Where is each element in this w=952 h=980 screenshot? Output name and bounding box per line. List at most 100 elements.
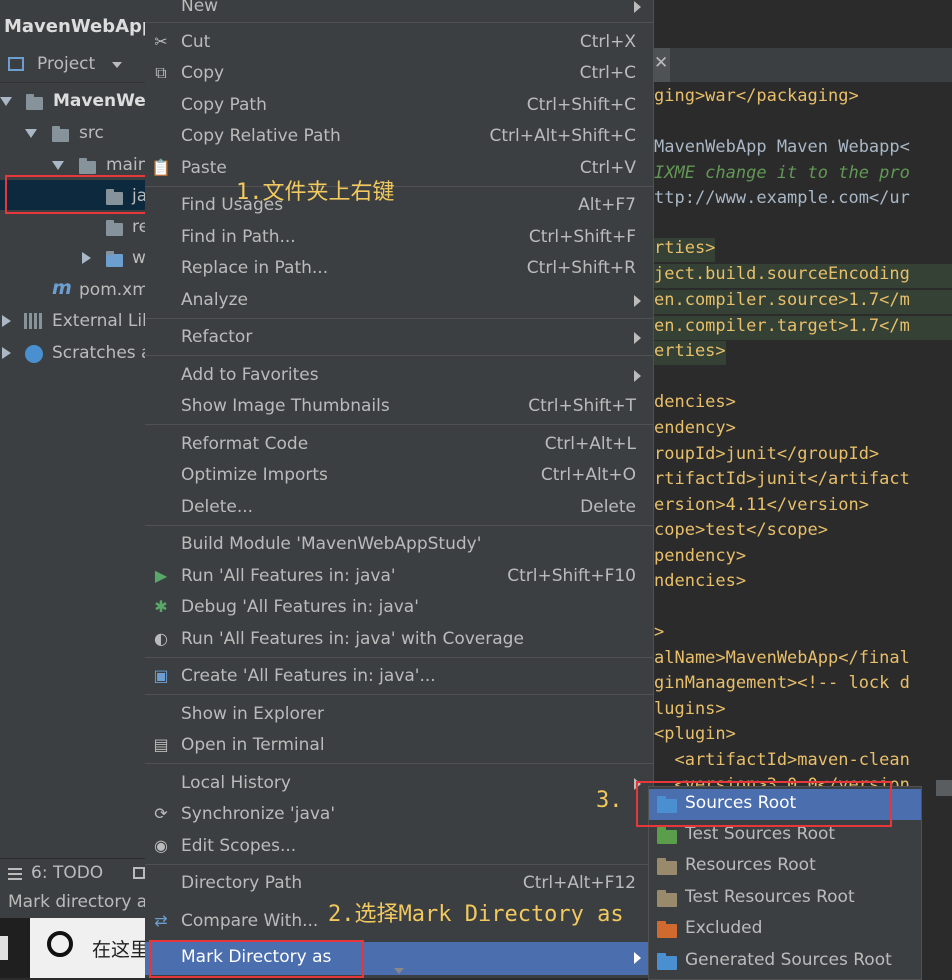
- scroll-area: [0, 840, 145, 858]
- menu-item-local-history[interactable]: Local History: [145, 768, 653, 799]
- code-line: pendency>: [654, 546, 747, 566]
- scroll-down-icon[interactable]: [394, 968, 404, 974]
- submenu-arrow-icon: [634, 952, 641, 964]
- expand-arrow-icon[interactable]: [0, 97, 12, 106]
- collapse-arrow-icon[interactable]: [2, 315, 11, 327]
- tree-item-module[interactable]: MavenWe: [0, 86, 146, 117]
- menu-item-create-config[interactable]: ▣ Create 'All Features in: java'...: [145, 661, 653, 692]
- code-line: ttp://www.example.com</ur: [654, 188, 910, 208]
- collapse-arrow-icon[interactable]: [82, 252, 91, 264]
- submenu-item-generated-sources-root[interactable]: Generated Sources Root: [649, 946, 921, 977]
- tree-item-label: pom.xml: [79, 280, 154, 300]
- expand-arrow-icon[interactable]: [25, 129, 37, 138]
- menu-item-paste[interactable]: 📋 Paste Ctrl+V: [145, 153, 653, 184]
- editor-scrollbar-thumb[interactable]: [936, 780, 952, 796]
- expand-arrow-icon[interactable]: [52, 161, 64, 170]
- status-text: Mark directory a: [8, 892, 148, 912]
- folder-icon: [79, 158, 96, 174]
- tree-item-src[interactable]: src: [0, 118, 145, 149]
- tree-item-webapp[interactable]: w: [0, 243, 146, 274]
- tree-item-pom[interactable]: m pom.xml: [0, 275, 154, 306]
- window-title: MavenWebApp: [4, 16, 155, 37]
- close-icon[interactable]: ✕: [654, 53, 668, 73]
- tree-item-label: main: [106, 155, 149, 175]
- menu-item-run-with-coverage[interactable]: ◐ Run 'All Features in: java' with Cover…: [145, 624, 653, 655]
- menu-item-copy-relative-path[interactable]: Copy Relative Path Ctrl+Alt+Shift+C: [145, 121, 653, 152]
- menu-separator: [145, 355, 653, 356]
- menu-item-replace-in-path[interactable]: Replace in Path... Ctrl+Shift+R: [145, 253, 653, 284]
- menu-item-delete[interactable]: Delete... Delete: [145, 492, 653, 523]
- submenu-item-resources-root[interactable]: Resources Root: [649, 851, 921, 882]
- submenu-item-excluded[interactable]: Excluded: [649, 914, 921, 945]
- tree-item-label: src: [79, 123, 104, 143]
- menu-item-edit-scopes[interactable]: ◉ Edit Scopes...: [145, 831, 653, 862]
- sync-icon: ⟳: [154, 804, 168, 823]
- windows-start-icon[interactable]: [0, 936, 8, 960]
- menu-separator: [145, 22, 653, 23]
- code-line: dencies>: [654, 392, 736, 412]
- menu-item-debug[interactable]: ✱ Debug 'All Features in: java': [145, 592, 653, 623]
- clipboard-icon: 📋: [151, 158, 171, 177]
- create-config-icon: ▣: [153, 666, 169, 685]
- menu-separator: [145, 186, 653, 187]
- code-line: ndencies>: [654, 571, 747, 591]
- sources-root-highlight: [636, 781, 892, 827]
- scope-icon: ◉: [154, 836, 168, 855]
- project-view-selector[interactable]: Project: [0, 48, 145, 83]
- code-editor[interactable]: ging>war</packaging> MavenWebApp Maven W…: [652, 82, 952, 842]
- tree-item-external-libraries[interactable]: External Lib: [0, 306, 153, 337]
- menu-separator: [145, 525, 653, 526]
- menu-item-analyze[interactable]: Analyze: [145, 285, 653, 316]
- menu-item-refactor[interactable]: Refactor: [145, 322, 653, 353]
- menu-item-synchronize[interactable]: ⟳ Synchronize 'java': [145, 799, 653, 830]
- menu-item-directory-path[interactable]: Directory Path Ctrl+Alt+F12: [145, 868, 653, 899]
- terminal-tab-icon[interactable]: [133, 867, 145, 879]
- code-line: ging>war</packaging>: [654, 86, 859, 106]
- menu-item-build-module[interactable]: Build Module 'MavenWebAppStudy': [145, 529, 653, 560]
- chevron-down-icon: [112, 62, 122, 68]
- maven-icon: m: [52, 277, 72, 299]
- tree-item-label: External Lib: [52, 311, 153, 331]
- collapse-arrow-icon[interactable]: [2, 347, 11, 359]
- compare-icon: ⇄: [154, 911, 168, 930]
- menu-item-find-in-path[interactable]: Find in Path... Ctrl+Shift+F: [145, 222, 653, 253]
- tree-item-label: MavenWe: [53, 91, 146, 111]
- context-menu: New ✂ Cut Ctrl+X ⧉ Copy Ctrl+C Copy Path Ct…: [145, 0, 654, 978]
- code-line: <artifactId>maven-clean: [654, 750, 910, 770]
- menu-item-find-usages[interactable]: Find Usages Alt+F7: [145, 190, 653, 221]
- menu-item-reformat-code[interactable]: Reformat Code Ctrl+Alt+L: [145, 429, 653, 460]
- tree-item-resources[interactable]: re: [0, 212, 149, 243]
- submenu-item-test-resources-root[interactable]: Test Resources Root: [649, 883, 921, 914]
- menu-item-run[interactable]: ▶ Run 'All Features in: java' Ctrl+Shift+…: [145, 561, 653, 592]
- menu-item-copy-path[interactable]: Copy Path Ctrl+Shift+C: [145, 90, 653, 121]
- tree-item-scratches[interactable]: Scratches a: [0, 338, 151, 369]
- menu-item-add-to-favorites[interactable]: Add to Favorites: [145, 360, 653, 391]
- menu-separator: [145, 424, 653, 425]
- menu-item-show-image-thumbnails[interactable]: Show Image Thumbnails Ctrl+Shift+T: [145, 391, 653, 422]
- todo-tab[interactable]: 6: TODO: [31, 863, 103, 883]
- generated-sources-folder-icon: [657, 953, 677, 970]
- menu-item-cut[interactable]: ✂ Cut Ctrl+X: [145, 27, 653, 58]
- menu-item-copy[interactable]: ⧉ Copy Ctrl+C: [145, 58, 653, 89]
- menu-item-new[interactable]: New: [145, 0, 653, 22]
- scissors-icon: ✂: [154, 32, 168, 51]
- code-line: IXME change it to the pro: [654, 163, 910, 183]
- tool-window-bar: 6: TODO: [0, 858, 145, 889]
- taskbar-search-box[interactable]: 在这里: [30, 918, 150, 978]
- code-line: alName>MavenWebApp</final: [654, 648, 910, 668]
- terminal-icon: ▤: [153, 735, 169, 754]
- resources-folder-icon: [657, 858, 677, 875]
- code-line: cope>test</scope>: [654, 520, 828, 540]
- tree-item-label: Scratches a: [52, 343, 152, 363]
- menu-item-optimize-imports[interactable]: Optimize Imports Ctrl+Alt+O: [145, 460, 653, 491]
- menu-item-open-in-terminal[interactable]: ▤ Open in Terminal: [145, 730, 653, 761]
- module-folder-icon: [26, 94, 43, 110]
- code-line: rtifactId>junit</artifact: [654, 469, 910, 489]
- run-icon: ▶: [154, 566, 168, 585]
- excluded-folder-icon: [657, 921, 677, 938]
- menu-item-show-in-explorer[interactable]: Show in Explorer: [145, 699, 653, 730]
- annotation-step-1: 1.文件夹上右键: [236, 180, 395, 205]
- code-line: en.compiler.target>1.7</m: [654, 316, 952, 340]
- submenu-arrow-icon: [634, 370, 641, 382]
- code-line: ersion>4.11</version>: [654, 495, 869, 515]
